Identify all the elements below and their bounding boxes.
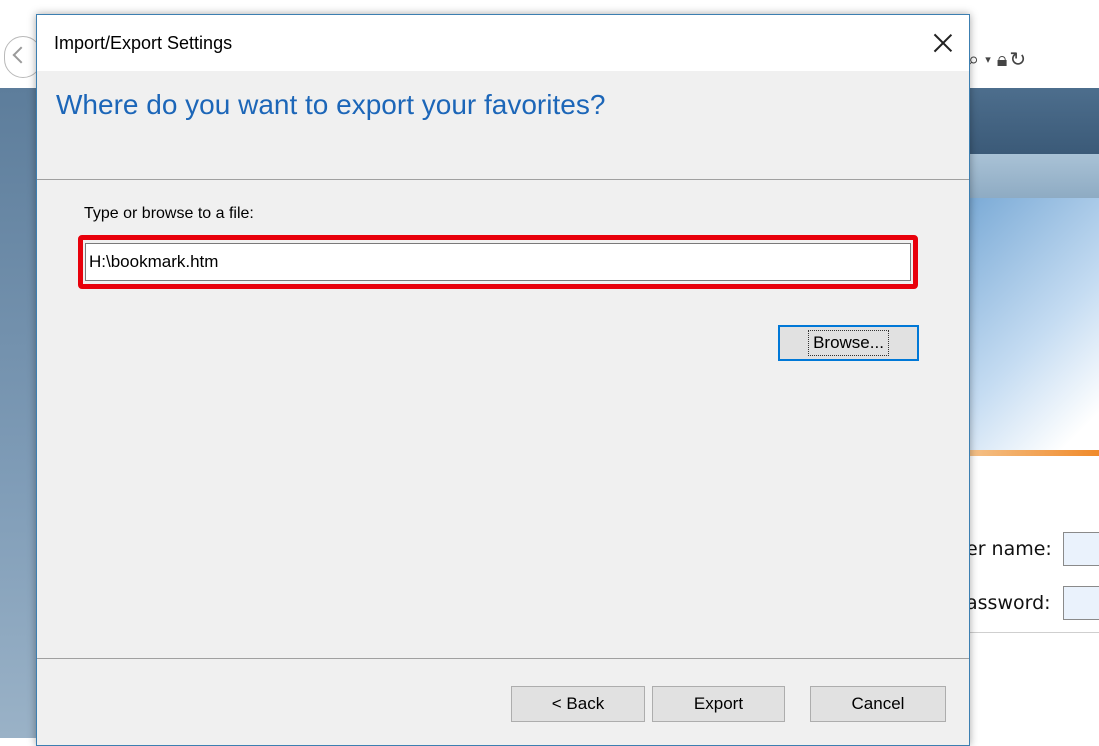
dialog-titlebar: Import/Export Settings [37, 15, 969, 71]
import-export-dialog: Import/Export Settings Where do you want… [36, 14, 970, 746]
browse-button[interactable]: Browse... [778, 325, 919, 361]
username-field[interactable] [1063, 532, 1099, 566]
dropdown-caret-icon[interactable]: ▾ [985, 53, 991, 66]
file-path-label: Type or browse to a file: [84, 205, 254, 222]
export-button[interactable]: Export [652, 686, 785, 722]
dialog-title: Import/Export Settings [54, 33, 233, 53]
address-bar-icons: ⌕ ▾ 🔒︎ ↻ [968, 46, 1026, 72]
site-accent-bar [966, 450, 1099, 456]
back-button[interactable]: < Back [511, 686, 645, 722]
site-divider [966, 632, 1099, 633]
close-icon[interactable] [925, 25, 961, 61]
lock-icon[interactable]: 🔒︎ [997, 47, 1008, 71]
header-divider [37, 179, 969, 180]
dialog-heading: Where do you want to export your favorit… [56, 89, 606, 120]
browse-button-label: Browse... [808, 330, 889, 356]
dialog-header: Where do you want to export your favorit… [37, 71, 969, 179]
password-label: assword: [966, 592, 1051, 614]
refresh-icon[interactable]: ↻ [1009, 47, 1026, 71]
password-field[interactable] [1063, 586, 1099, 620]
footer-divider [37, 658, 969, 659]
site-hero-banner [966, 198, 1099, 452]
cancel-button[interactable]: Cancel [810, 686, 946, 722]
file-path-input[interactable] [85, 243, 911, 281]
username-label: er name: [966, 538, 1052, 560]
site-left-strip [0, 88, 36, 738]
